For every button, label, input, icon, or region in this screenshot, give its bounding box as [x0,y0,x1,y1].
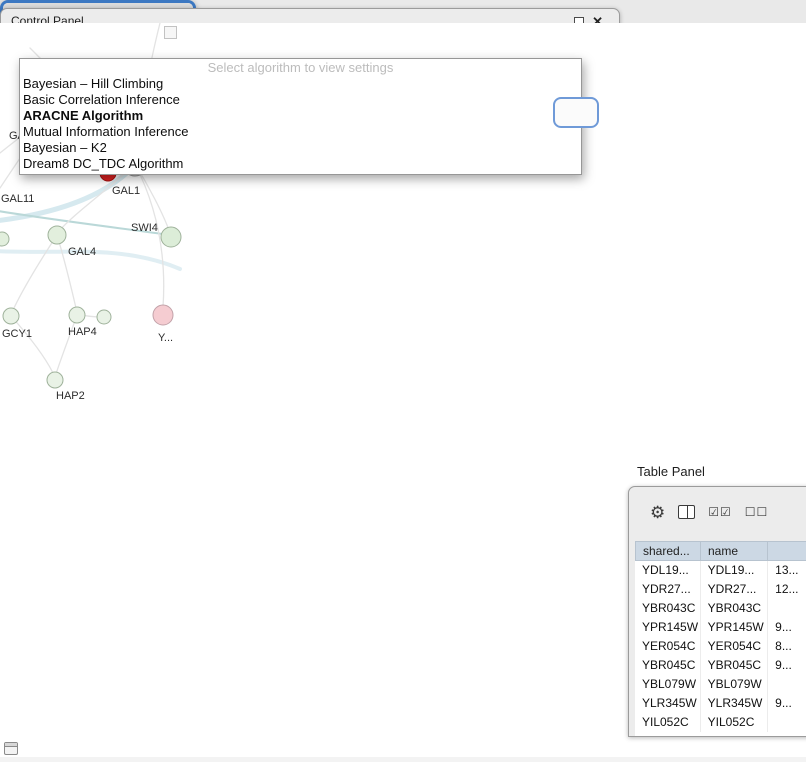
cell [768,675,806,694]
node-label: Y... [158,332,173,344]
cell: YLR345W [635,694,701,713]
network-node[interactable] [69,307,85,323]
network-node[interactable] [161,227,181,247]
cell: 9... [768,618,806,637]
cell: YBR043C [701,599,768,618]
table-header-row: shared... name [635,541,806,561]
table-row[interactable]: YBR043C YBR043C [635,599,806,618]
cell [768,713,806,732]
table-row[interactable]: YDR27... YDR27... 12... [635,580,806,599]
node-label: SWI4 [131,222,158,234]
column-header[interactable]: shared... [636,542,701,560]
dropdown-item[interactable]: Bayesian – K2 [20,140,581,156]
cell: YBR045C [635,656,701,675]
node-label: HAP4 [68,326,97,338]
cell: YBL079W [635,675,701,694]
algorithm-dropdown-popup: Select algorithm to view settings Bayesi… [19,58,582,175]
column-header[interactable] [768,542,806,560]
cell: YBL079W [701,675,768,694]
cell [768,599,806,618]
node-label: HAP2 [56,390,85,402]
cell: 13... [768,561,806,580]
cell: YBR045C [701,656,768,675]
table-columns-icon[interactable] [678,505,695,519]
dropdown-item[interactable]: Mutual Information Inference [20,124,581,140]
gear-icon[interactable]: ⚙ [650,504,665,521]
combo-focus-ring-fragment[interactable] [553,97,599,128]
dropdown-item[interactable]: Bayesian – Hill Climbing [20,76,581,92]
table-row[interactable]: YPR145W YPR145W 9... [635,618,806,637]
column-header[interactable]: name [701,542,768,560]
show-selected-icon[interactable]: ☑☑ [708,505,732,519]
cell: 8... [768,637,806,656]
cell: YER054C [635,637,701,656]
cell: YIL052C [701,713,768,732]
cell: YDR27... [701,580,768,599]
node-label: GCY1 [2,328,32,340]
cell: YDR27... [635,580,701,599]
bottom-strip [0,757,806,762]
cell: YER054C [701,637,768,656]
cell: YDL19... [635,561,701,580]
minimized-panel-icon[interactable] [4,742,18,755]
network-node[interactable] [47,372,63,388]
scroll-up-button[interactable] [164,26,177,39]
node-label: GAL1 [112,185,140,197]
table-row[interactable]: YBL079W YBL079W [635,675,806,694]
table-row[interactable]: YLR345W YLR345W 9... [635,694,806,713]
dropdown-item[interactable]: Dream8 DC_TDC Algorithm [20,156,581,172]
table-panel-window: ⚙ ☑☑ ☐☐ shared... name YDL19... YDL19...… [628,486,806,737]
cell: 9... [768,656,806,675]
node-label: GAL4 [68,246,96,258]
cell: YLR345W [701,694,768,713]
table-row[interactable]: YER054C YER054C 8... [635,637,806,656]
node-table: shared... name YDL19... YDL19... 13... Y… [635,541,806,732]
cell: YPR145W [635,618,701,637]
show-unselected-icon[interactable]: ☐☐ [745,505,769,519]
node-label: GAL11 [1,193,34,205]
table-toolbar: ⚙ ☑☑ ☐☐ [629,487,806,537]
cell: YPR145W [701,618,768,637]
dropdown-item[interactable]: Basic Correlation Inference [20,92,581,108]
network-node[interactable] [48,226,66,244]
network-node[interactable] [0,232,9,246]
dropdown-placeholder: Select algorithm to view settings [20,59,581,76]
table-row[interactable]: YDL19... YDL19... 13... [635,561,806,580]
cell: YDL19... [701,561,768,580]
cell: 9... [768,694,806,713]
network-node[interactable] [153,305,173,325]
desktop: Control Panel ✕ Network Style Select [0,0,806,762]
cell: YIL052C [635,713,701,732]
table-panel-title: Table Panel [637,464,705,479]
network-node[interactable] [3,308,19,324]
dropdown-item-selected[interactable]: ARACNE Algorithm [20,108,581,124]
table-row[interactable]: YIL052C YIL052C [635,713,806,732]
table-row[interactable]: YBR045C YBR045C 9... [635,656,806,675]
cell: YBR043C [635,599,701,618]
network-node[interactable] [97,310,111,324]
cell: 12... [768,580,806,599]
